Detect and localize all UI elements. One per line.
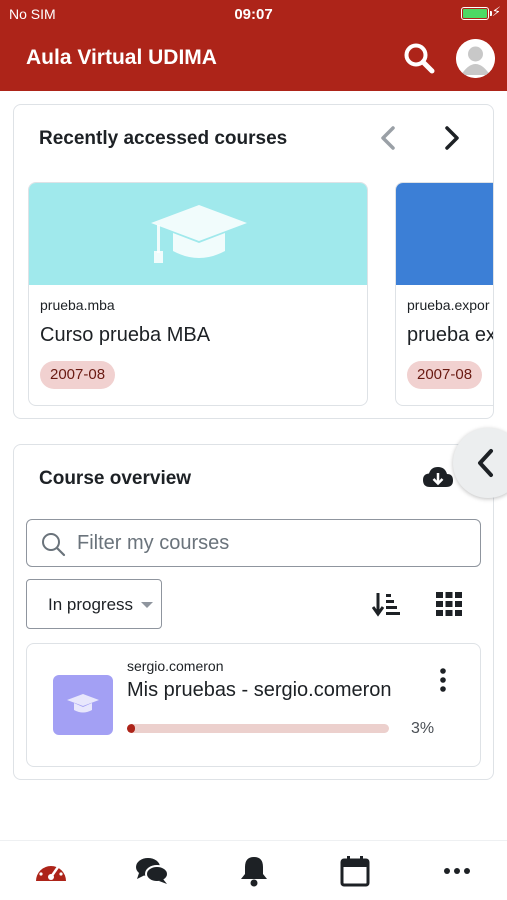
course-name[interactable]: Mis pruebas - sergio.comeron — [127, 679, 392, 702]
course-name[interactable]: prueba ex — [407, 324, 493, 347]
grouping-select-value: In progress — [48, 595, 134, 614]
course-thumbnail — [53, 675, 113, 735]
search-button[interactable] — [402, 41, 436, 75]
course-overview-title: Course overview — [39, 468, 192, 489]
chevron-right-icon — [445, 126, 459, 150]
course-shortname: sergio.comeron — [127, 658, 224, 674]
tab-more[interactable] — [440, 855, 474, 887]
graduation-cap-icon — [151, 205, 247, 263]
grouping-select[interactable]: In progress — [26, 579, 162, 629]
app-header: No SIM 09:07 ⚡ Aula Virtual UDIMA — [0, 0, 507, 91]
course-image — [29, 183, 367, 285]
tab-calendar[interactable] — [338, 855, 372, 887]
course-progress-bar — [127, 724, 389, 733]
status-bar: No SIM 09:07 ⚡ — [0, 0, 507, 28]
notifications-icon — [241, 857, 267, 887]
course-progress-fill — [127, 724, 135, 733]
next-button[interactable] — [437, 123, 465, 153]
course-shortname: prueba.expor — [407, 297, 490, 313]
course-category-badge: 2007-08 — [40, 361, 116, 389]
chevron-left-icon — [381, 126, 395, 150]
chevron-left-icon — [478, 449, 493, 477]
course-actions-button[interactable] — [432, 666, 454, 696]
recent-course-card[interactable]: prueba.mba Curso prueba MBA 2007-08 — [28, 182, 368, 406]
download-courses-button[interactable] — [422, 465, 454, 491]
previous-button[interactable] — [375, 123, 403, 153]
more-icon — [444, 868, 470, 874]
recent-course-card[interactable]: prueba.expor prueba ex 2007-08 — [395, 182, 493, 406]
cloud-download-icon — [423, 467, 453, 487]
battery-icon — [461, 7, 492, 20]
bottom-tab-bar — [0, 840, 507, 900]
app-title: Aula Virtual UDIMA — [26, 46, 217, 69]
course-name[interactable]: Curso prueba MBA — [40, 324, 210, 347]
course-progress-label: 3% — [411, 720, 435, 737]
view-mode-button[interactable] — [436, 592, 462, 616]
caret-down-icon — [141, 602, 153, 608]
more-vertical-icon — [440, 668, 446, 692]
course-category-badge: 2007-08 — [407, 361, 483, 389]
course-overview-block: Course overview In progress — [13, 444, 494, 780]
course-shortname: prueba.mba — [40, 297, 115, 313]
sort-button[interactable] — [371, 591, 400, 617]
course-filter-input[interactable] — [77, 528, 467, 558]
messages-icon — [136, 858, 169, 884]
tab-messages[interactable] — [135, 855, 169, 887]
sort-amount-icon — [371, 593, 400, 617]
course-filter-field[interactable] — [26, 519, 481, 567]
recent-courses-title: Recently accessed courses — [39, 128, 288, 149]
grid-view-icon — [436, 592, 462, 616]
tab-notifications[interactable] — [237, 855, 271, 887]
course-list-item[interactable]: sergio.comeron Mis pruebas - sergio.come… — [26, 643, 481, 767]
tab-dashboard[interactable] — [34, 855, 68, 887]
graduation-cap-icon — [67, 694, 99, 713]
search-icon — [404, 43, 435, 74]
clock: 09:07 — [234, 6, 273, 23]
user-avatar[interactable] — [456, 39, 495, 78]
charging-icon: ⚡ — [491, 4, 501, 19]
course-image — [396, 183, 493, 285]
dashboard-icon — [36, 861, 66, 881]
search-icon — [42, 533, 66, 557]
recent-courses-block: Recently accessed courses prueba.mba Cur… — [13, 104, 494, 419]
user-icon — [456, 39, 495, 78]
calendar-icon — [340, 856, 370, 887]
